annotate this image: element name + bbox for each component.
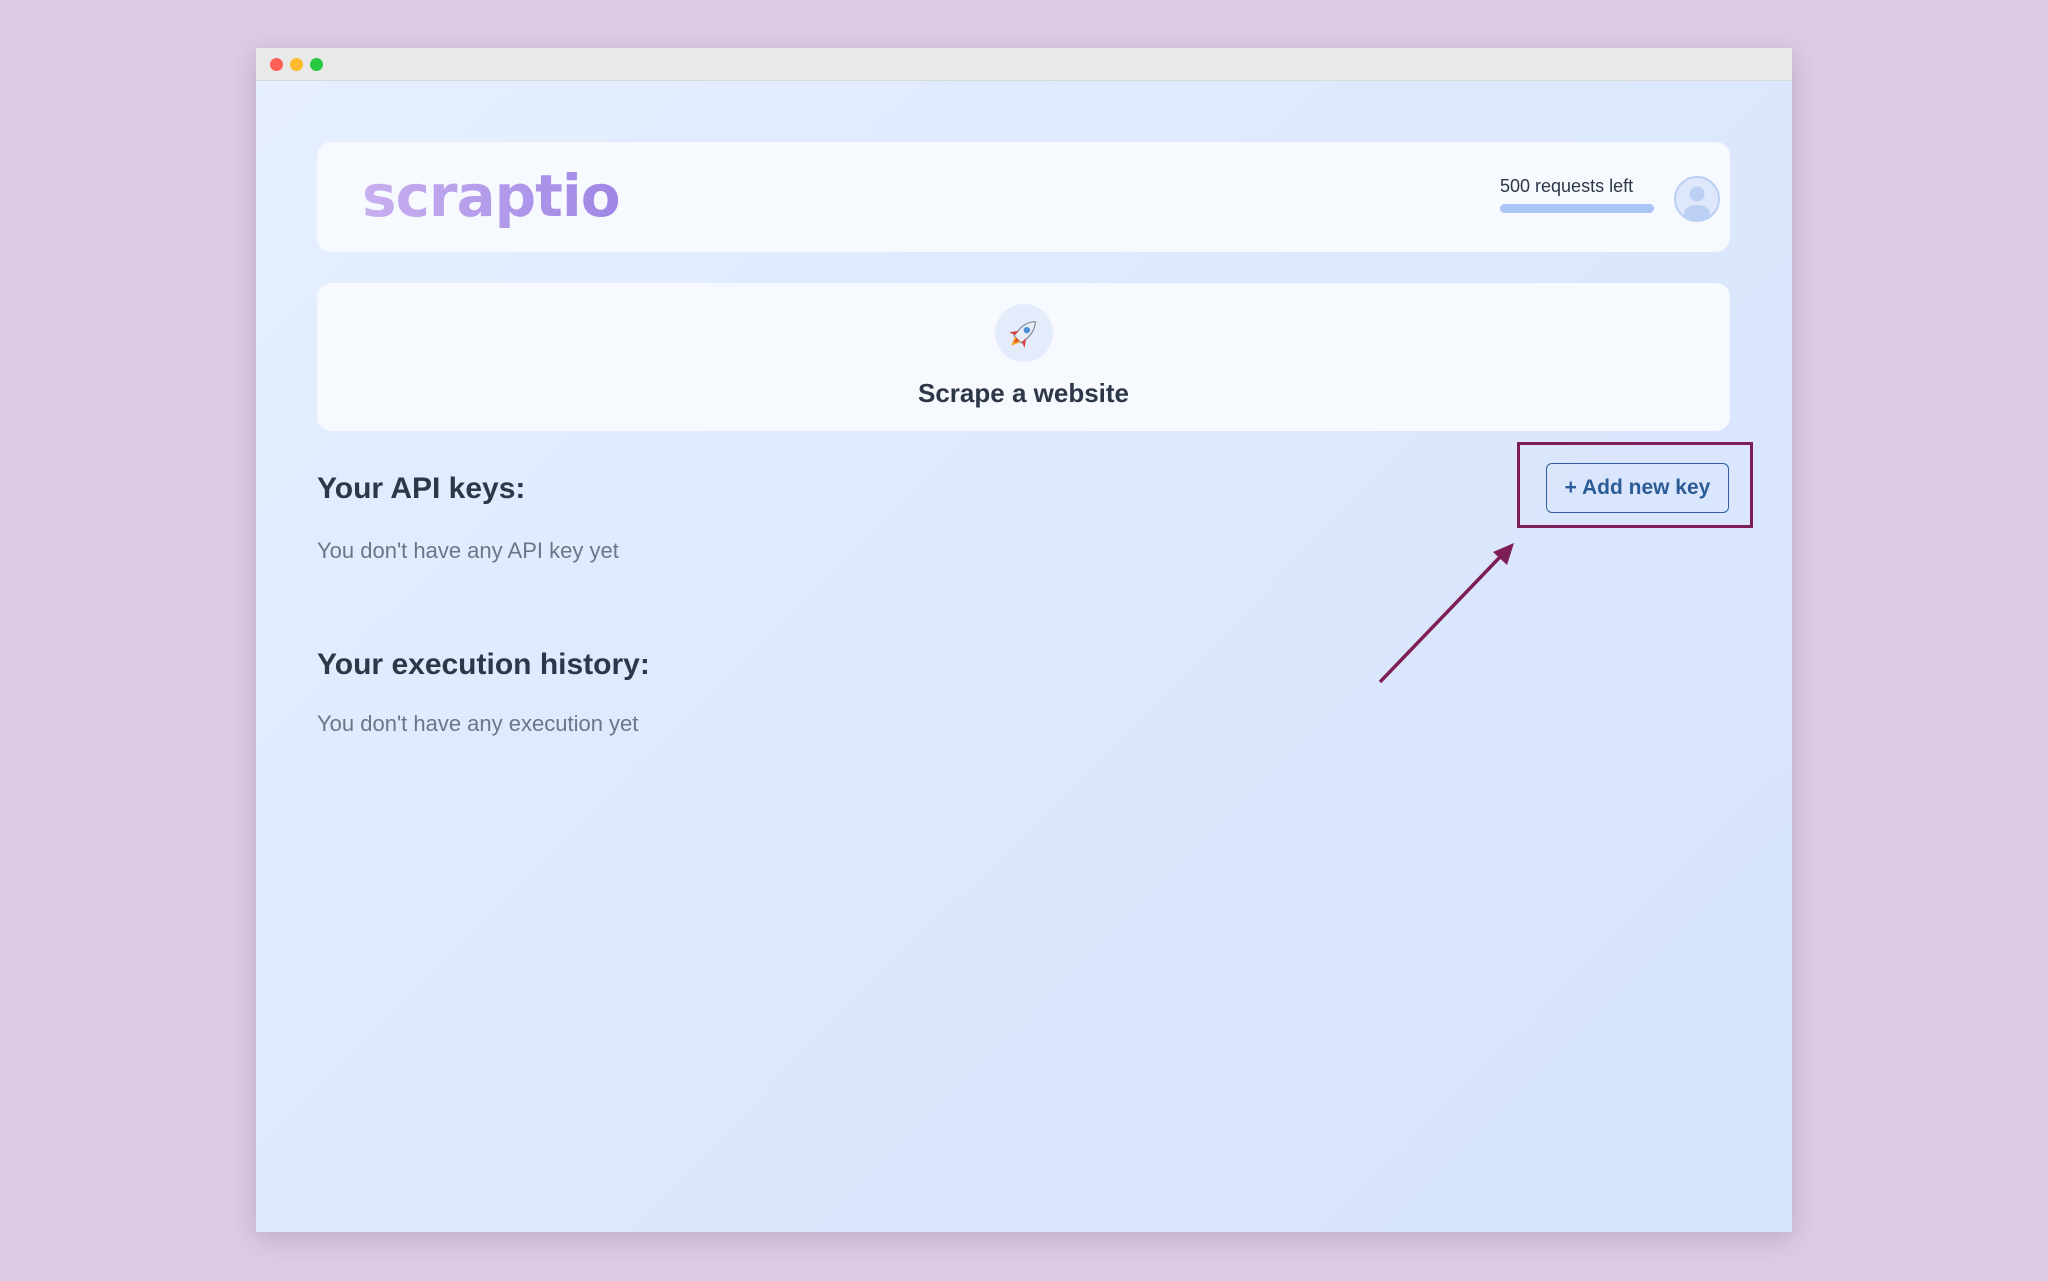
app-logo[interactable]: scraptio bbox=[362, 162, 621, 230]
execution-history-empty-message: You don't have any execution yet bbox=[317, 711, 639, 736]
window-titlebar bbox=[256, 48, 1792, 81]
rocket-icon bbox=[995, 304, 1053, 362]
scrape-website-card[interactable]: Scrape a website bbox=[317, 283, 1730, 431]
requests-meter: 500 requests left bbox=[1500, 176, 1656, 213]
header-bar: scraptio 500 requests left bbox=[317, 142, 1730, 252]
requests-left-label: 500 requests left bbox=[1500, 176, 1634, 196]
minimize-window-button[interactable] bbox=[290, 58, 303, 71]
annotation-highlight-box bbox=[1517, 442, 1753, 528]
api-keys-empty-message: You don't have any API key yet bbox=[317, 538, 619, 563]
scrape-website-title: Scrape a website bbox=[918, 378, 1129, 408]
browser-window: scraptio 500 requests left Scrape a webs… bbox=[256, 48, 1792, 1232]
maximize-window-button[interactable] bbox=[310, 58, 323, 71]
close-window-button[interactable] bbox=[270, 58, 283, 71]
requests-progress-bar bbox=[1500, 204, 1654, 213]
user-avatar-icon[interactable] bbox=[1674, 176, 1720, 222]
api-keys-heading: Your API keys: bbox=[317, 472, 526, 505]
execution-history-heading: Your execution history: bbox=[317, 648, 650, 681]
requests-progress-fill bbox=[1500, 204, 1654, 213]
